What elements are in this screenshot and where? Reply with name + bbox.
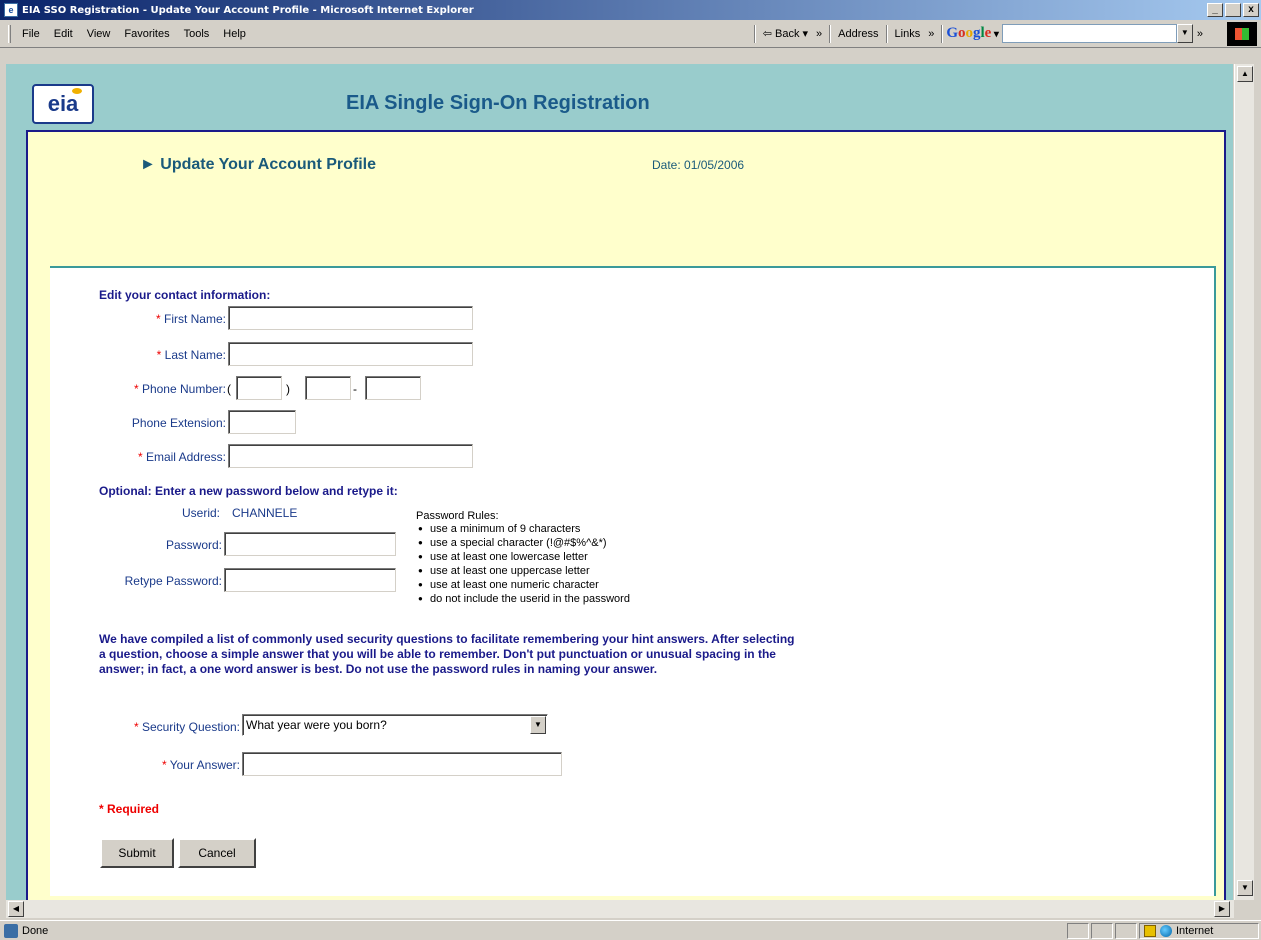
security-zone: Internet <box>1139 922 1259 939</box>
retype-password-label: Retype Password: <box>124 574 222 588</box>
address-button[interactable]: Address <box>834 28 882 40</box>
page-header: eia EIA Single Sign-On Registration <box>26 78 1226 128</box>
page-subtitle: ► Update Your Account Profile <box>140 156 377 173</box>
scroll-up-arrow-icon[interactable]: ▲ <box>1237 66 1253 82</box>
links-button[interactable]: Links <box>891 28 925 40</box>
password-rule: use a special character (!@#$%^&*) <box>416 536 630 550</box>
phone-extension-input[interactable] <box>228 410 296 434</box>
horizontal-scrollbar[interactable]: ◀ ▶ <box>6 900 1234 918</box>
first-name-label: * First Name: <box>155 312 226 326</box>
contact-heading: Edit your contact information: <box>99 288 271 302</box>
toolbar-separator <box>941 24 944 43</box>
phone-line-input[interactable] <box>365 376 421 400</box>
password-label: Password: <box>165 538 222 552</box>
page-viewport: eia EIA Single Sign-On Registration ► Up… <box>6 64 1233 900</box>
retype-password-input[interactable] <box>224 568 396 592</box>
last-name-label: * Last Name: <box>156 348 226 362</box>
vertical-scrollbar[interactable]: ▲ ▼ <box>1234 64 1254 900</box>
dropdown-arrow-icon[interactable]: ▼ <box>530 716 546 734</box>
password-rule: do not include the userid in the passwor… <box>416 592 630 606</box>
menu-bar: File Edit View Favorites Tools Help ⇦ Ba… <box>0 20 1261 48</box>
menu-tools[interactable]: Tools <box>177 28 217 40</box>
phone-label: * Phone Number: <box>133 382 226 396</box>
window-title: EIA SSO Registration - Update Your Accou… <box>22 4 474 16</box>
status-text: Done <box>22 924 49 937</box>
eia-logo: eia <box>32 84 94 124</box>
scroll-right-arrow-icon[interactable]: ▶ <box>1214 901 1230 917</box>
userid-label: Userid: <box>182 506 221 520</box>
scroll-left-arrow-icon[interactable]: ◀ <box>8 901 24 917</box>
google-search-input[interactable] <box>1001 24 1177 43</box>
password-heading: Optional: Enter a new password below and… <box>99 484 398 498</box>
toolbar-separator <box>885 24 888 43</box>
scroll-down-arrow-icon[interactable]: ▼ <box>1237 880 1253 896</box>
security-question-label: * Security Question: <box>133 720 240 734</box>
window-title-bar: e EIA SSO Registration - Update Your Acc… <box>0 0 1261 20</box>
phone-dash: - <box>353 382 357 396</box>
toolbar-grip <box>8 24 11 43</box>
password-rule: use a minimum of 9 characters <box>416 522 630 536</box>
toolbar-separator <box>753 24 756 43</box>
security-question-value: What year were you born? <box>246 718 387 732</box>
ie-icon: e <box>4 3 18 17</box>
userid-value: CHANNELE <box>232 506 298 520</box>
status-pane <box>1067 922 1089 939</box>
menu-help[interactable]: Help <box>216 28 253 40</box>
status-pane <box>1115 922 1137 939</box>
last-name-input[interactable] <box>228 342 473 366</box>
toolbar-chevron[interactable]: » <box>812 28 826 40</box>
google-logo[interactable]: Google ▾ <box>946 25 999 42</box>
security-question-select[interactable]: What year were you born? ▼ <box>242 714 548 736</box>
phone-extension-label: Phone Extension: <box>131 416 226 430</box>
minimize-button[interactable]: _ <box>1207 3 1223 17</box>
phone-close-paren: ) <box>286 382 290 396</box>
status-bar: Done Internet <box>0 920 1261 940</box>
menu-edit[interactable]: Edit <box>47 28 80 40</box>
page-icon <box>4 923 18 938</box>
submit-button[interactable]: Submit <box>100 838 174 868</box>
date-label: Date: 01/05/2006 <box>652 158 745 172</box>
back-button[interactable]: ⇦ Back ▾ <box>759 27 812 40</box>
lock-icon <box>1144 924 1156 937</box>
password-rule: use at least one numeric character <box>416 578 630 592</box>
phone-area-code-input[interactable] <box>236 376 282 400</box>
required-note: * Required <box>99 802 160 816</box>
windows-logo-icon <box>1227 21 1257 46</box>
menu-file[interactable]: File <box>15 28 47 40</box>
password-input[interactable] <box>224 532 396 556</box>
password-rules-title: Password Rules: <box>416 510 499 522</box>
content-panel: ► Update Your Account Profile Date: 01/0… <box>26 130 1226 900</box>
zone-label: Internet <box>1176 924 1214 937</box>
site-title: EIA Single Sign-On Registration <box>346 92 650 114</box>
form-panel: Edit your contact information: * First N… <box>50 266 1216 896</box>
globe-icon <box>1160 924 1172 937</box>
first-name-input[interactable] <box>228 306 473 330</box>
phone-open-paren: ( <box>227 382 231 396</box>
answer-label: * Your Answer: <box>161 758 240 772</box>
toolbar-separator <box>829 24 832 43</box>
menu-favorites[interactable]: Favorites <box>117 28 176 40</box>
email-label: * Email Address: <box>137 450 226 464</box>
security-info-text: We have compiled a list of commonly used… <box>99 632 795 676</box>
google-search-dropdown[interactable]: ▼ <box>1176 24 1193 43</box>
maximize-button[interactable] <box>1225 3 1241 17</box>
email-input[interactable] <box>228 444 473 468</box>
password-rules-list: use a minimum of 9 characters use a spec… <box>416 522 630 606</box>
close-button[interactable]: x <box>1243 3 1259 17</box>
phone-prefix-input[interactable] <box>305 376 351 400</box>
google-chevron[interactable]: » <box>1193 28 1207 40</box>
password-rule: use at least one uppercase letter <box>416 564 630 578</box>
password-rule: use at least one lowercase letter <box>416 550 630 564</box>
links-chevron[interactable]: » <box>924 28 938 40</box>
cancel-button[interactable]: Cancel <box>178 838 256 868</box>
menu-view[interactable]: View <box>80 28 118 40</box>
answer-input[interactable] <box>242 752 562 776</box>
status-pane <box>1091 922 1113 939</box>
